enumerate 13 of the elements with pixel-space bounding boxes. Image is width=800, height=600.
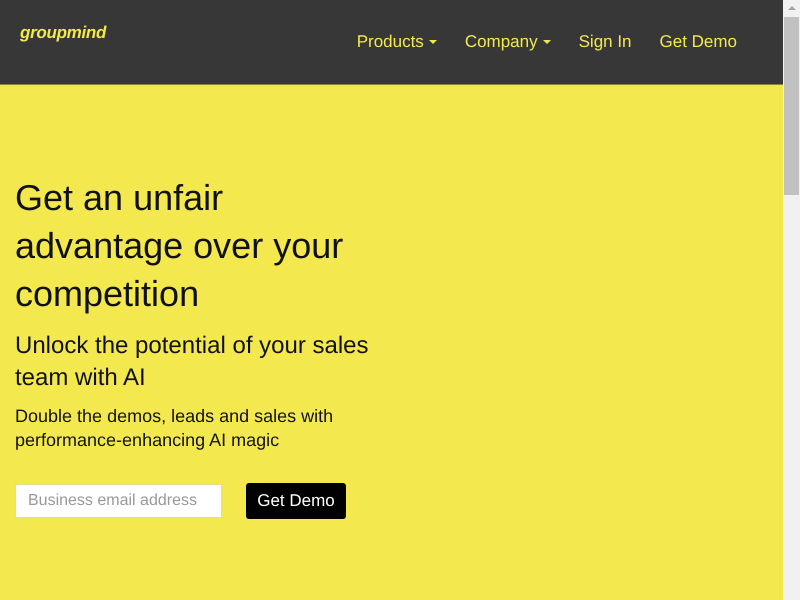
nav-link[interactable]: Company	[464, 32, 551, 52]
nav-link[interactable]: Products	[356, 32, 437, 52]
get-demo-button[interactable]: Get Demo	[246, 483, 346, 519]
nav-link[interactable]: Get Demo	[660, 32, 737, 52]
scrollbar[interactable]	[783, 0, 800, 600]
hero-subtitle: Unlock the potential of your sales team with AI	[15, 331, 370, 393]
nav-link[interactable]: Sign In	[578, 32, 632, 52]
scrollbar-thumb[interactable]	[784, 17, 799, 195]
logo[interactable]: groupmind	[20, 23, 106, 43]
hero-text: Double the demos, leads and sales with performance-enhancing AI magic	[15, 405, 334, 452]
email-field[interactable]: Business email address	[15, 484, 222, 518]
hero-title: Get an unfair advantage over your competition	[15, 176, 344, 316]
scroll-up-icon[interactable]	[788, 6, 796, 10]
